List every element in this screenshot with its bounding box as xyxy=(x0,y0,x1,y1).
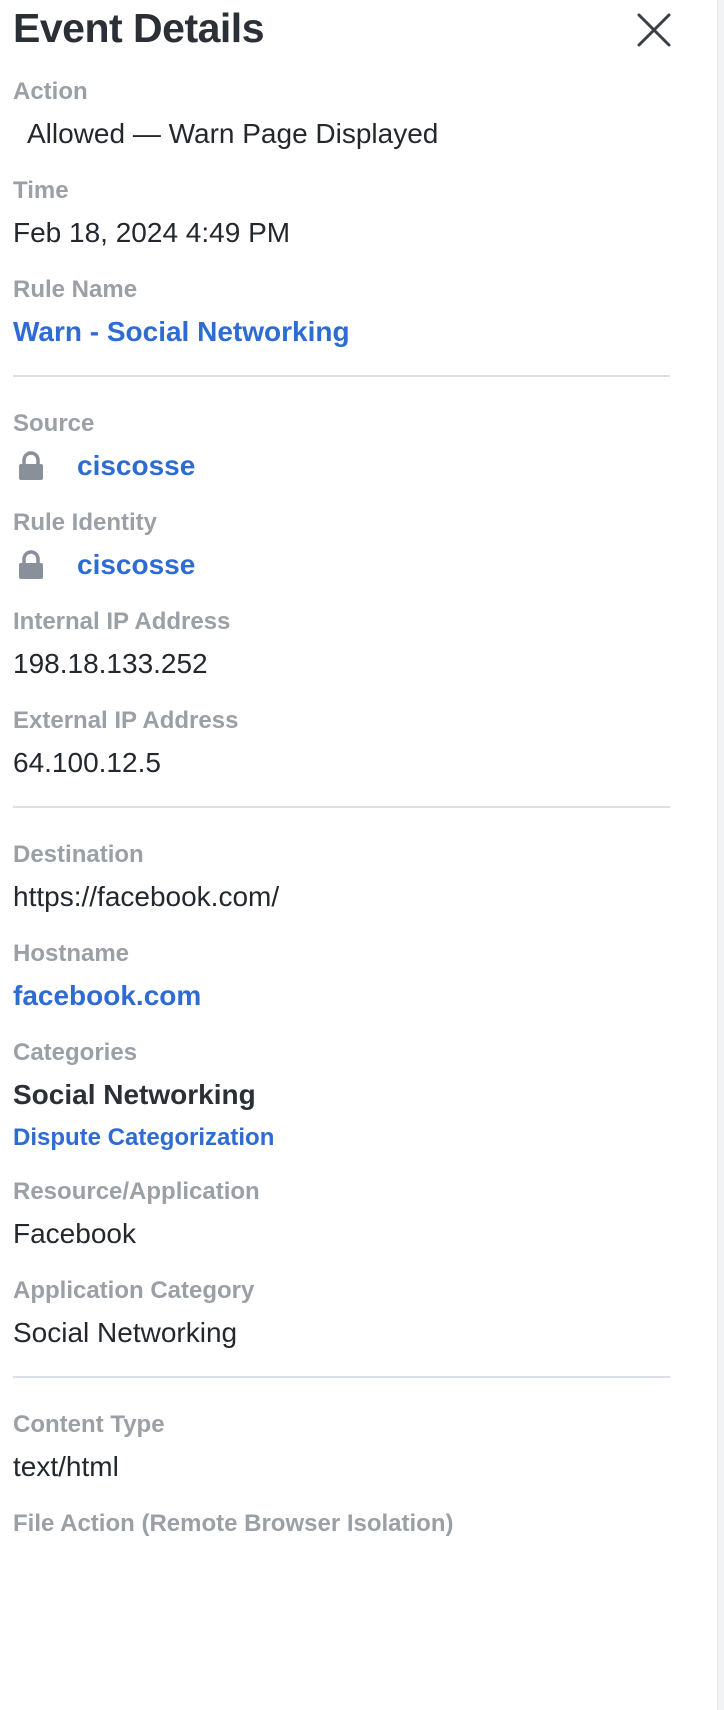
field-source: Source ciscosse xyxy=(13,410,670,483)
destination-value: https://facebook.com/ xyxy=(13,881,280,912)
lock-icon xyxy=(17,550,45,580)
field-internal-ip: Internal IP Address 198.18.133.252 xyxy=(13,608,670,681)
field-content-type: Content Type text/html xyxy=(13,1411,670,1484)
resource-application-value: Facebook xyxy=(13,1218,136,1249)
rule-identity-label: Rule Identity xyxy=(13,509,158,536)
content-type-label: Content Type xyxy=(13,1411,165,1438)
hostname-label: Hostname xyxy=(13,940,130,967)
rule-name-label: Rule Name xyxy=(13,276,138,303)
time-label: Time xyxy=(13,177,69,204)
source-label: Source xyxy=(13,410,95,437)
source-link[interactable]: ciscosse xyxy=(77,449,195,483)
details-list: Action Allowed — Warn Page Displayed Tim… xyxy=(13,78,670,1564)
action-value: Allowed — Warn Page Displayed xyxy=(27,118,439,149)
section-divider xyxy=(13,806,670,808)
field-external-ip: External IP Address 64.100.12.5 xyxy=(13,707,670,780)
file-action-label: File Action (Remote Browser Isolation) xyxy=(13,1510,454,1537)
close-icon[interactable] xyxy=(630,6,678,54)
categories-value: Social Networking xyxy=(13,1079,256,1110)
destination-label: Destination xyxy=(13,841,144,868)
lock-icon xyxy=(17,451,45,481)
hostname-link[interactable]: facebook.com xyxy=(13,979,201,1013)
field-file-action: File Action (Remote Browser Isolation) xyxy=(13,1510,670,1538)
time-value: Feb 18, 2024 4:49 PM xyxy=(13,217,291,248)
rule-identity-link[interactable]: ciscosse xyxy=(77,548,195,582)
internal-ip-label: Internal IP Address xyxy=(13,608,231,635)
action-label: Action xyxy=(13,78,88,105)
categories-label: Categories xyxy=(13,1039,138,1066)
resource-application-label: Resource/Application xyxy=(13,1178,260,1205)
field-time: Time Feb 18, 2024 4:49 PM xyxy=(13,177,670,250)
application-category-value: Social Networking xyxy=(13,1317,238,1348)
content-type-value: text/html xyxy=(13,1451,119,1482)
external-ip-value: 64.100.12.5 xyxy=(13,747,161,778)
field-application-category: Application Category Social Networking xyxy=(13,1277,670,1350)
application-category-label: Application Category xyxy=(13,1277,255,1304)
section-divider xyxy=(13,375,670,377)
rule-name-link[interactable]: Warn - Social Networking xyxy=(13,315,350,349)
field-destination: Destination https://facebook.com/ xyxy=(13,841,670,914)
panel-title: Event Details xyxy=(13,5,265,51)
section-divider xyxy=(13,1376,670,1378)
field-hostname: Hostname facebook.com xyxy=(13,940,670,1013)
scrollbar-track[interactable] xyxy=(717,0,724,1710)
field-resource-application: Resource/Application Facebook xyxy=(13,1178,670,1251)
field-rule-name: Rule Name Warn - Social Networking xyxy=(13,276,670,349)
dispute-categorization-link[interactable]: Dispute Categorization xyxy=(13,1124,274,1152)
field-rule-identity: Rule Identity ciscosse xyxy=(13,509,670,582)
external-ip-label: External IP Address xyxy=(13,707,239,734)
event-details-panel: Event Details Action Allowed — Warn Page… xyxy=(0,0,717,1710)
internal-ip-value: 198.18.133.252 xyxy=(13,648,208,679)
field-action: Action Allowed — Warn Page Displayed xyxy=(13,78,670,151)
field-categories: Categories Social Networking Dispute Cat… xyxy=(13,1039,670,1152)
